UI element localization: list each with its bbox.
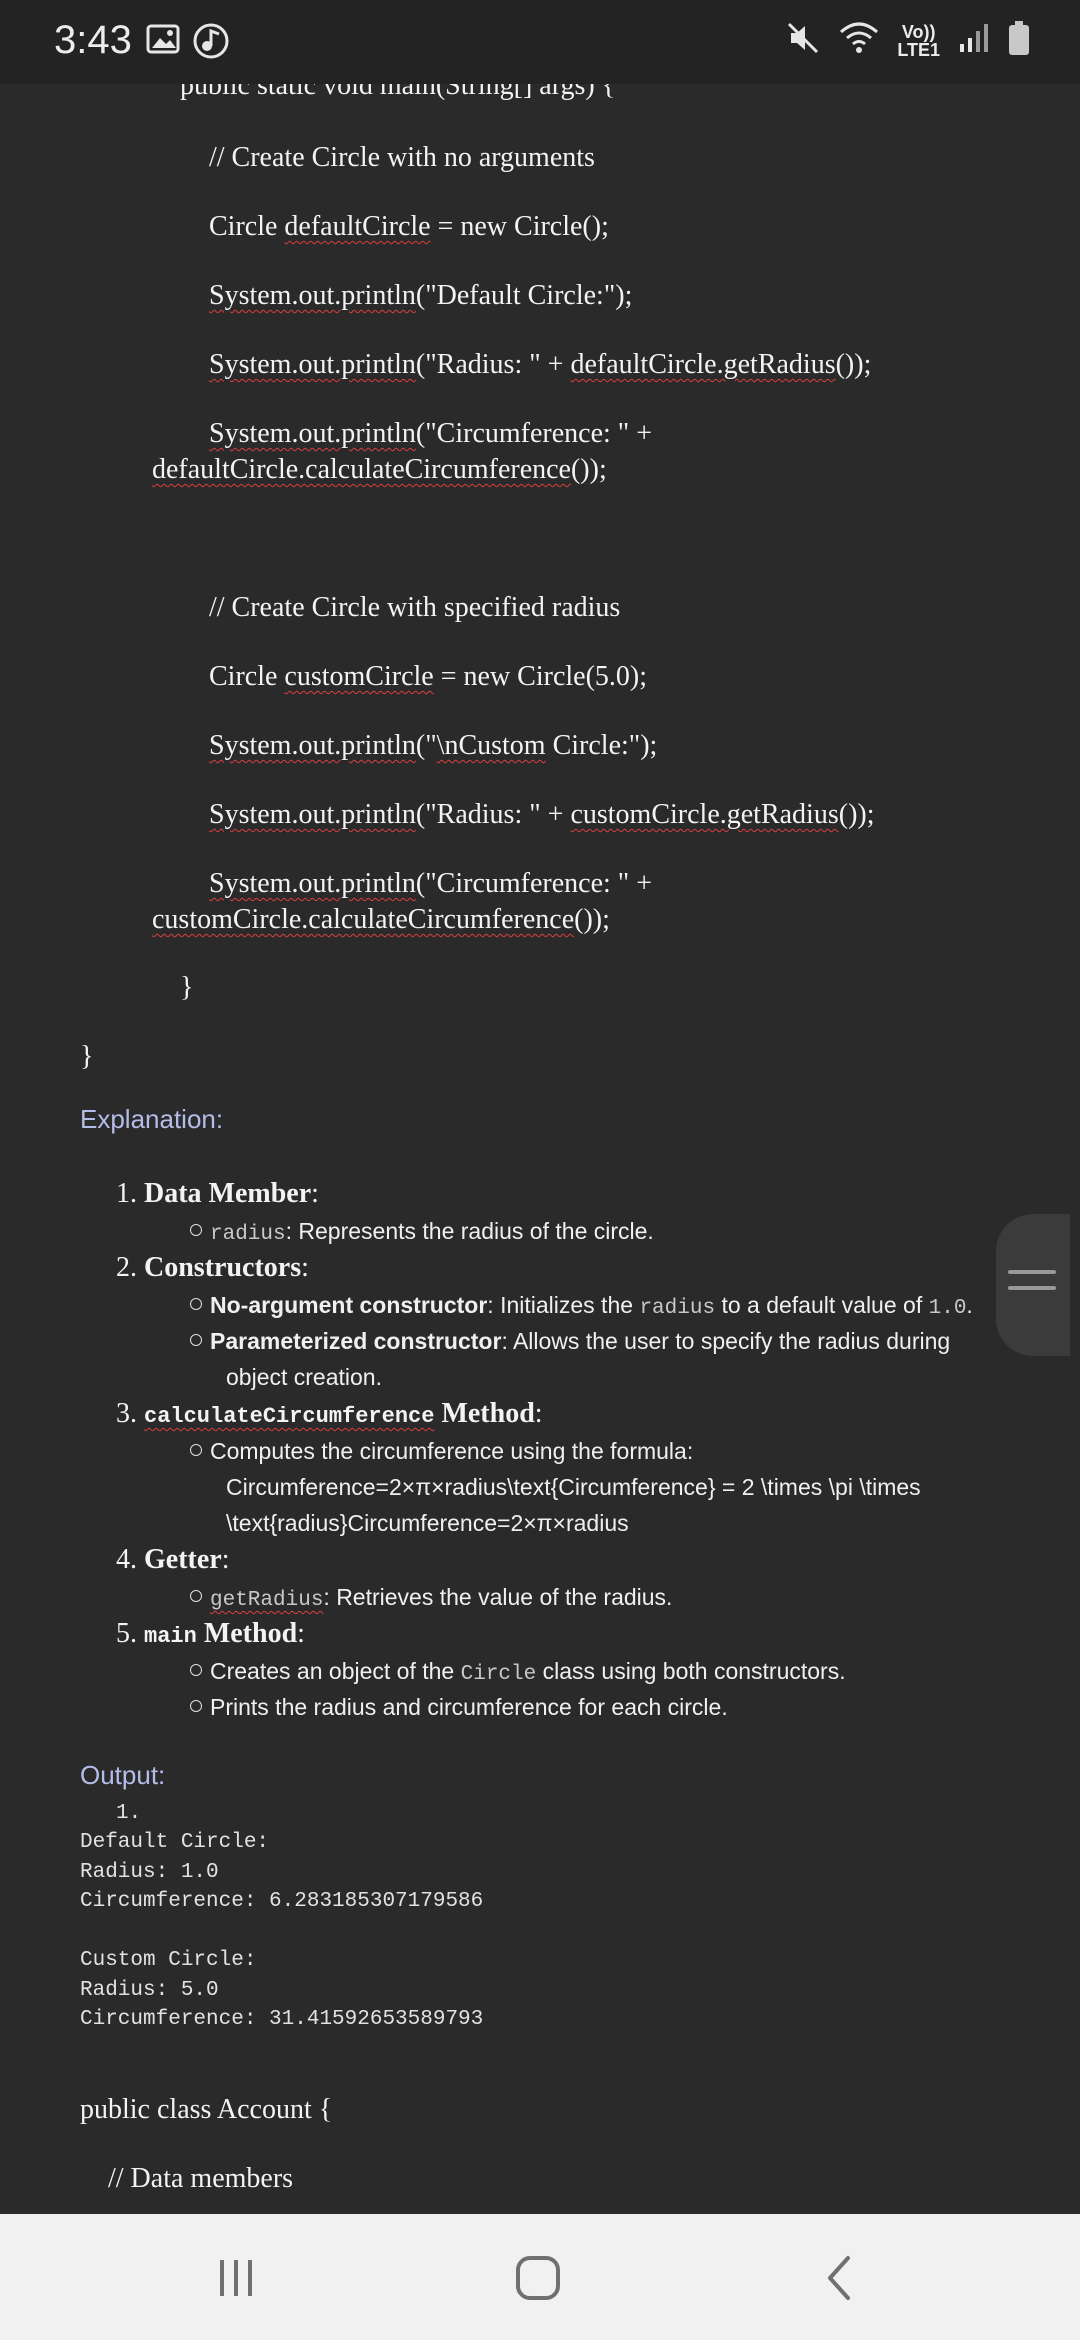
code-default-circ-call: defaultCircle.calculateCircumference());	[152, 454, 607, 485]
code-close-class: }	[80, 1041, 94, 1072]
document-content[interactable]: public static void main(String[] args) {…	[0, 84, 1080, 2214]
bullet-parameterized-constructor-cont: object creation.	[226, 1364, 382, 1390]
code-print-default-radius: System.out.println("Radius: " + defaultC…	[209, 349, 872, 380]
code-comment-data-members: // Data members	[108, 2163, 294, 2194]
network-lte-label: LTE1	[897, 39, 940, 60]
bullet-formula-intro: Computes the circumference using the for…	[190, 1438, 693, 1465]
network-volte-label: Vo))	[901, 21, 936, 42]
formula-line-2: \text{radius}Circumference=2×π×radius	[226, 1510, 629, 1536]
scroll-handle-grip-bottom	[1008, 1286, 1056, 1290]
formula-line-1: Circumference=2×π×radius\text{Circumfere…	[226, 1474, 921, 1500]
signal-icon	[958, 22, 990, 59]
output-line: Default Circle:	[80, 1831, 270, 1854]
explanation-item-constructors: 2. Constructors:	[116, 1252, 309, 1283]
bullet-get-radius: getRadius: Retrieves the value of the ra…	[190, 1584, 672, 1612]
explanation-item-calculate-circumference: 3. calculateCircumference Method:	[116, 1398, 543, 1429]
status-icons: Vo)) LTE1	[785, 20, 1030, 61]
bullet-prints-values: Prints the radius and circumference for …	[190, 1694, 728, 1721]
explanation-item-data-member: 1. Data Member:	[116, 1178, 319, 1209]
bullet-no-arg-constructor: No-argument constructor: Initializes the…	[190, 1292, 973, 1320]
scroll-handle[interactable]	[996, 1214, 1070, 1356]
explanation-item-main-method: 5. main Method:	[116, 1618, 305, 1649]
home-button[interactable]	[508, 2250, 568, 2306]
bullet-parameterized-constructor: Parameterized constructor: Allows the us…	[190, 1328, 950, 1355]
code-custom-circ-call: customCircle.calculateCircumference());	[152, 904, 610, 935]
status-time: 3:43	[54, 18, 132, 62]
gallery-icon	[146, 22, 180, 61]
code-print-default-circ: System.out.println("Circumference: " +	[209, 418, 653, 449]
scroll-handle-grip-top	[1008, 1270, 1056, 1274]
output-list-number: 1.	[116, 1802, 142, 1825]
music-icon	[192, 22, 230, 65]
code-default-circle-decl: Circle defaultCircle = new Circle();	[209, 211, 609, 242]
output-line: Radius: 5.0	[80, 1979, 219, 2002]
explanation-heading: Explanation:	[80, 1104, 224, 1134]
code-comment-no-args: // Create Circle with no arguments	[209, 142, 595, 173]
output-line: Radius: 1.0	[80, 1861, 219, 1884]
back-button[interactable]	[810, 2250, 870, 2306]
output-line: Custom Circle:	[80, 1949, 257, 1972]
back-icon	[828, 2256, 850, 2300]
code-main-signature: public static void main(String[] args) {	[180, 84, 616, 101]
output-line: Circumference: 31.41592653589793	[80, 2008, 484, 2031]
code-print-custom: System.out.println("\nCustom Circle:");	[209, 730, 658, 761]
code-print-custom-radius: System.out.println("Radius: " + customCi…	[209, 799, 875, 830]
explanation-item-getter: 4. Getter:	[116, 1544, 230, 1575]
home-icon	[516, 2256, 560, 2300]
wifi-icon	[839, 20, 879, 61]
bullet-radius: radius: Represents the radius of the cir…	[190, 1218, 654, 1246]
status-bar: 3:43 Vo)) LTE1	[0, 0, 1080, 84]
network-label: Vo)) LTE1	[897, 23, 940, 59]
output-heading: Output:	[80, 1760, 166, 1790]
battery-icon	[1008, 20, 1030, 61]
output-line: Circumference: 6.283185307179586	[80, 1890, 484, 1913]
code-account-class: public class Account {	[80, 2094, 333, 2125]
bullet-creates-object: Creates an object of the Circle class us…	[190, 1658, 846, 1686]
navigation-bar	[0, 2214, 1080, 2340]
code-close-method: }	[180, 972, 194, 1003]
code-print-default: System.out.println("Default Circle:");	[209, 280, 633, 311]
code-comment-specified: // Create Circle with specified radius	[209, 592, 621, 623]
code-print-custom-circ: System.out.println("Circumference: " +	[209, 868, 653, 899]
code-custom-circle-decl: Circle customCircle = new Circle(5.0);	[209, 661, 647, 692]
recent-apps-button[interactable]	[206, 2250, 266, 2306]
recent-apps-icon	[220, 2260, 252, 2296]
mute-icon	[785, 20, 821, 61]
